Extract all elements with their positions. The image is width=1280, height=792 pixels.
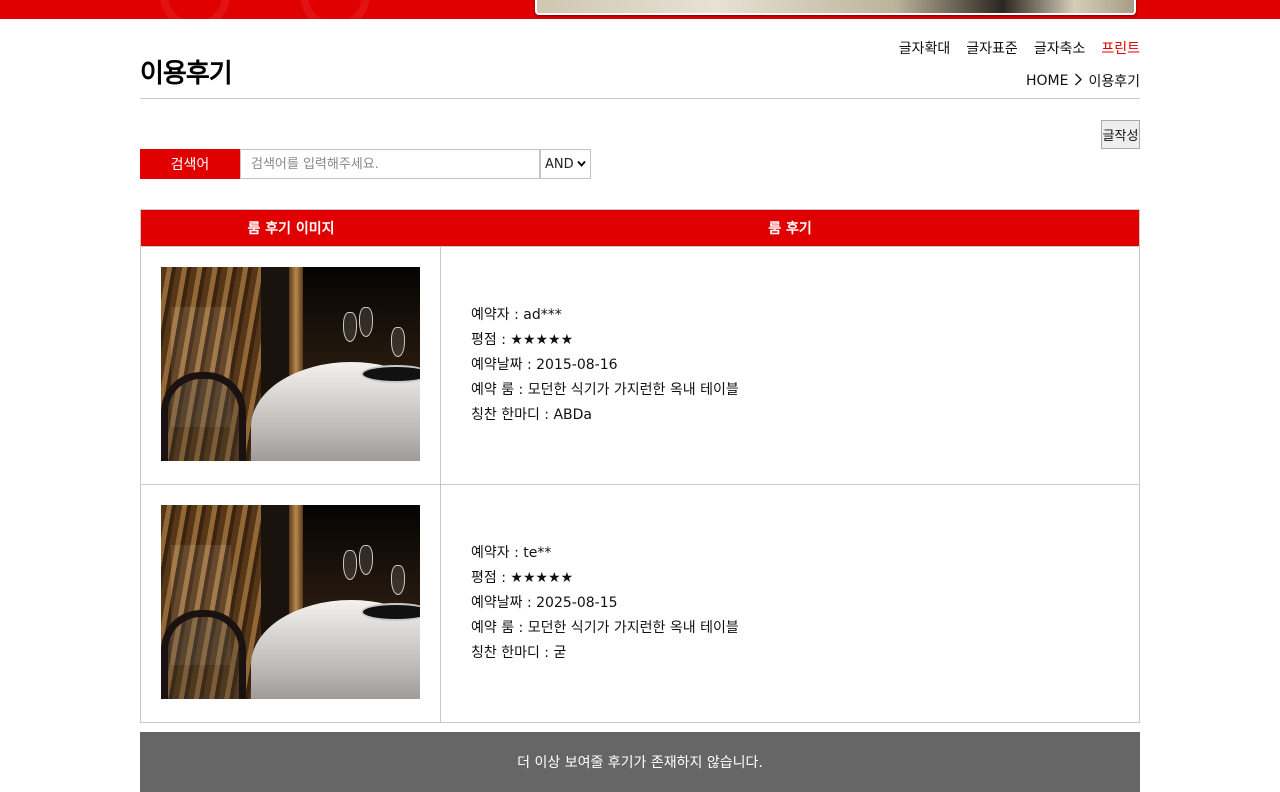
reserver-value: ad*** xyxy=(523,307,562,323)
room-line: 예약 룸 : 모던한 식기가 가지런한 옥내 테이블 xyxy=(471,620,739,636)
rating-stars: ★★★★★ xyxy=(510,332,574,348)
font-enlarge-link[interactable]: 글자확대 xyxy=(899,38,951,58)
reserver-line: 예약자 : ad*** xyxy=(471,307,562,323)
date-line: 예약날짜 : 2025-08-15 xyxy=(471,595,618,611)
chevron-down-icon xyxy=(577,159,586,170)
table-row[interactable]: 예약자 : te** 평점 : ★★★★★ 예약날짜 : 2025-08-15 … xyxy=(141,484,1139,722)
room-line: 예약 룸 : 모던한 식기가 가지런한 옥내 테이블 xyxy=(471,382,739,398)
reserver-line: 예약자 : te** xyxy=(471,545,552,561)
banner-image xyxy=(535,0,1136,15)
reserver-value: te** xyxy=(523,545,552,561)
room-value: 모던한 식기가 가지런한 옥내 테이블 xyxy=(527,620,739,636)
print-link[interactable]: 프린트 xyxy=(1101,38,1140,58)
breadcrumb-home[interactable]: HOME xyxy=(1026,73,1068,89)
search-operator-select[interactable]: AND xyxy=(540,149,591,179)
search-operator-value: AND xyxy=(545,156,574,172)
breadcrumb: HOME 이용후기 xyxy=(1026,71,1140,91)
font-standard-link[interactable]: 글자표준 xyxy=(966,38,1018,58)
review-photo[interactable] xyxy=(161,267,420,461)
review-image-cell xyxy=(141,485,441,722)
font-shrink-link[interactable]: 글자축소 xyxy=(1034,38,1086,58)
font-size-tools: 글자확대 글자표준 글자축소 프린트 xyxy=(899,38,1140,58)
banner-decoration xyxy=(300,0,370,19)
comment-value: ABDa xyxy=(553,407,593,423)
write-review-button[interactable]: 글작성 xyxy=(1101,120,1140,149)
date-value: 2025-08-15 xyxy=(536,595,618,611)
review-photo[interactable] xyxy=(161,505,420,699)
review-image-cell xyxy=(141,247,441,484)
top-banner xyxy=(0,0,1280,19)
room-value: 모던한 식기가 가지런한 옥내 테이블 xyxy=(527,382,739,398)
page-title: 이용후기 xyxy=(140,59,233,89)
date-value: 2015-08-16 xyxy=(536,357,618,373)
chevron-right-icon xyxy=(1072,73,1084,90)
table-row[interactable]: 예약자 : ad*** 평점 : ★★★★★ 예약날짜 : 2015-08-16… xyxy=(141,246,1139,484)
column-header-image: 룸 후기 이미지 xyxy=(247,221,335,237)
comment-line: 칭찬 한마디 : ABDa xyxy=(471,407,593,423)
search-label: 검색어 xyxy=(140,149,240,179)
column-header-review: 룸 후기 xyxy=(768,221,812,237)
rating-line: 평점 : ★★★★★ xyxy=(471,332,574,348)
review-table: 룸 후기 이미지 룸 후기 예약자 : ad*** 평점 : ★★★★★ 예약날… xyxy=(140,209,1140,723)
date-line: 예약날짜 : 2015-08-16 xyxy=(471,357,618,373)
no-more-reviews-bar: 더 이상 보여줄 후기가 존재하지 않습니다. xyxy=(140,732,1140,792)
banner-decoration xyxy=(160,0,230,19)
rating-stars: ★★★★★ xyxy=(510,570,574,586)
rating-line: 평점 : ★★★★★ xyxy=(471,570,574,586)
comment-value: 굳 xyxy=(553,645,567,661)
comment-line: 칭찬 한마디 : 굳 xyxy=(471,645,567,661)
breadcrumb-current: 이용후기 xyxy=(1088,74,1140,90)
table-header: 룸 후기 이미지 룸 후기 xyxy=(141,210,1139,246)
review-info-cell: 예약자 : te** 평점 : ★★★★★ 예약날짜 : 2025-08-15 … xyxy=(441,485,1139,722)
search-input[interactable] xyxy=(240,149,540,179)
header-divider xyxy=(140,98,1140,99)
review-info-cell: 예약자 : ad*** 평점 : ★★★★★ 예약날짜 : 2015-08-16… xyxy=(441,247,1139,484)
